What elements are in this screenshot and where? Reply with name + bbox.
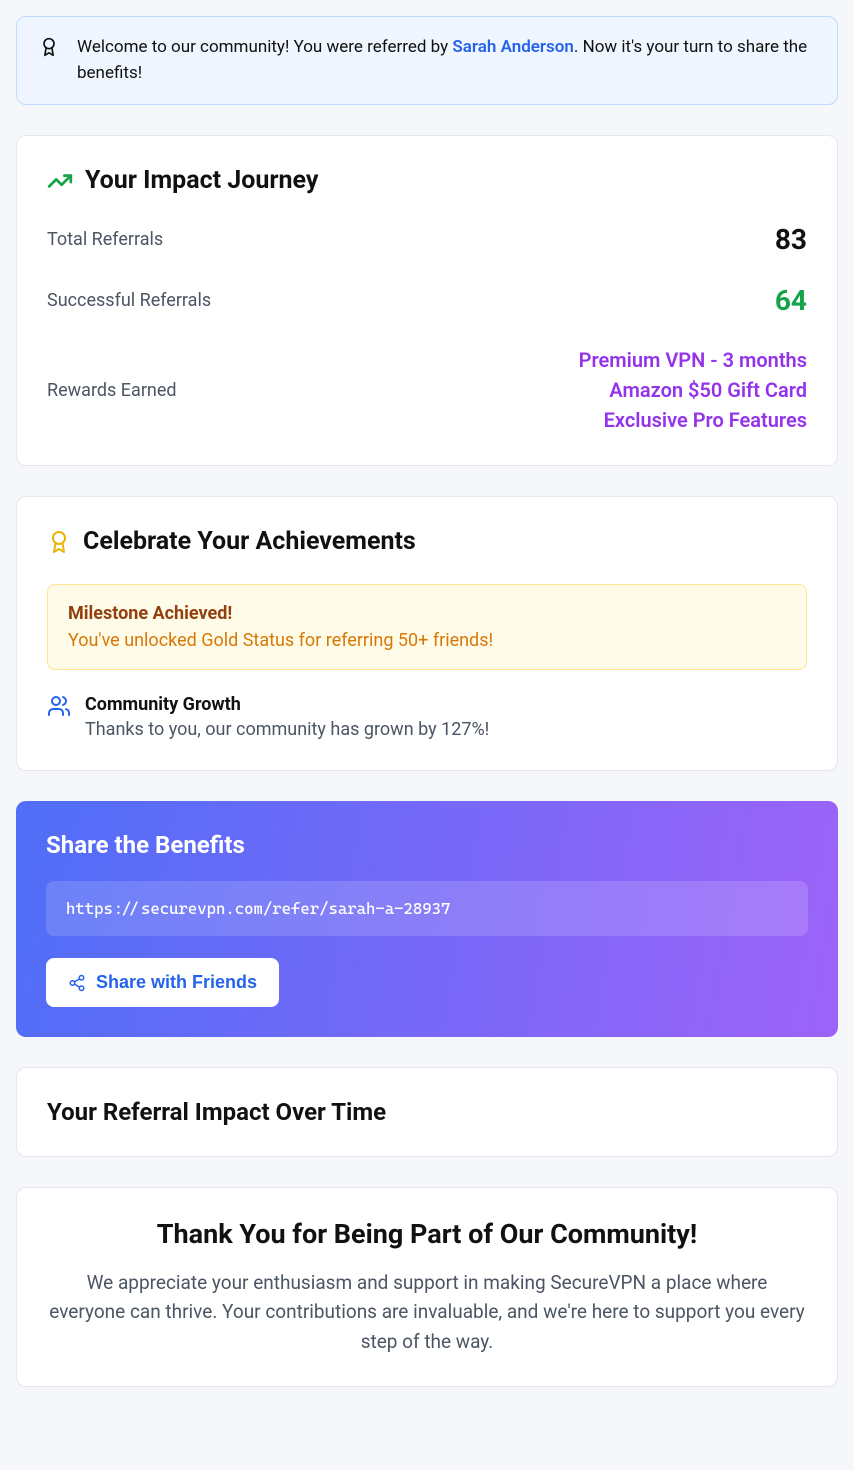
stat-row-total: Total Referrals 83 [47, 223, 807, 256]
share-button-label: Share with Friends [96, 972, 257, 993]
reward-item: Premium VPN - 3 months [579, 345, 807, 375]
referral-url-box[interactable]: https://securevpn.com/refer/sarah-a-2893… [46, 881, 808, 936]
chart-title: Your Referral Impact Over Time [47, 1098, 807, 1126]
rewards-earned-label: Rewards Earned [47, 380, 177, 401]
reward-item: Amazon $50 Gift Card [579, 375, 807, 405]
thank-you-body: We appreciate your enthusiasm and suppor… [47, 1268, 807, 1356]
welcome-banner: Welcome to our community! You were refer… [16, 16, 838, 105]
milestone-desc: You've unlocked Gold Status for referrin… [68, 630, 786, 651]
rewards-list: Premium VPN - 3 months Amazon $50 Gift C… [579, 345, 807, 435]
users-icon [47, 694, 71, 718]
stat-row-rewards: Rewards Earned Premium VPN - 3 months Am… [47, 345, 807, 435]
share-icon [68, 974, 86, 992]
share-benefits-card: Share the Benefits https://securevpn.com… [16, 801, 838, 1037]
achievements-card: Celebrate Your Achievements Milestone Ac… [16, 496, 838, 771]
milestone-box: Milestone Achieved! You've unlocked Gold… [47, 584, 807, 670]
impact-title-row: Your Impact Journey [47, 166, 807, 195]
thank-you-title: Thank You for Being Part of Our Communit… [47, 1218, 807, 1250]
impact-title: Your Impact Journey [85, 166, 318, 195]
successful-referrals-value: 64 [775, 284, 807, 317]
achievements-title-row: Celebrate Your Achievements [47, 527, 807, 556]
community-growth-row: Community Growth Thanks to you, our comm… [47, 694, 807, 740]
award-ribbon-icon [39, 37, 59, 57]
welcome-prefix: Welcome to our community! You were refer… [77, 37, 452, 57]
successful-referrals-label: Successful Referrals [47, 290, 211, 311]
referral-impact-chart-card: Your Referral Impact Over Time [16, 1067, 838, 1157]
referrer-name: Sarah Anderson [452, 37, 574, 57]
trending-up-icon [47, 168, 73, 194]
share-with-friends-button[interactable]: Share with Friends [46, 958, 279, 1007]
thank-you-card: Thank You for Being Part of Our Communit… [16, 1187, 838, 1387]
reward-item: Exclusive Pro Features [579, 405, 807, 435]
stat-row-successful: Successful Referrals 64 [47, 284, 807, 317]
milestone-title: Milestone Achieved! [68, 603, 786, 624]
community-growth-title: Community Growth [85, 694, 489, 715]
total-referrals-value: 83 [775, 223, 807, 256]
award-icon [47, 530, 71, 554]
share-title: Share the Benefits [46, 831, 808, 859]
total-referrals-label: Total Referrals [47, 229, 163, 250]
impact-journey-card: Your Impact Journey Total Referrals 83 S… [16, 135, 838, 466]
achievements-title: Celebrate Your Achievements [83, 527, 416, 556]
community-growth-desc: Thanks to you, our community has grown b… [85, 719, 489, 740]
welcome-text: Welcome to our community! You were refer… [77, 35, 815, 86]
